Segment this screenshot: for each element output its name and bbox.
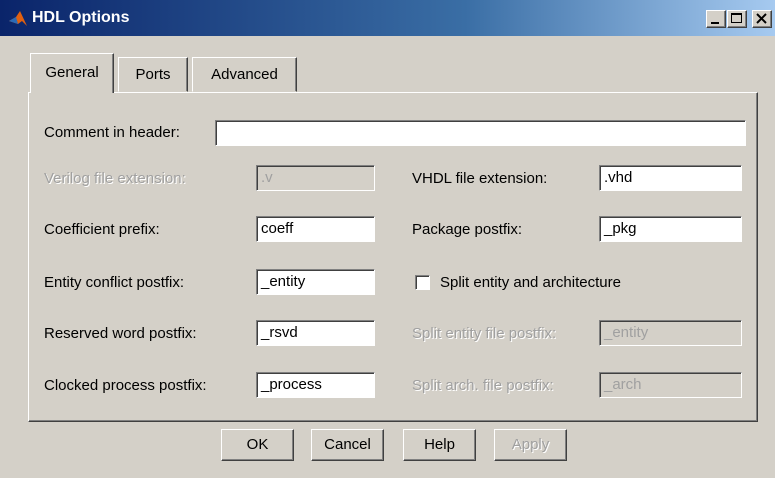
verilog-extension-label: Verilog file extension: [44,170,186,187]
maximize-button[interactable] [727,10,747,28]
tab-advanced-label: Advanced [211,66,278,83]
tab-ports-label: Ports [135,66,171,83]
entity-conflict-postfix-label: Entity conflict postfix: [44,274,185,291]
entity-conflict-postfix-field[interactable]: _entity [256,269,375,295]
hdl-options-dialog: HDL Options General Ports Advanced Comme… [0,0,775,478]
title-bar[interactable]: HDL Options [0,0,775,36]
package-postfix-label: Package postfix: [412,221,523,238]
comment-label: Comment in header: [44,124,180,141]
cancel-button[interactable]: Cancel [311,429,384,461]
split-entity-file-postfix-field: _entity [599,320,742,346]
apply-button: Apply [494,429,567,461]
matlab-logo-icon [9,11,27,26]
clocked-process-postfix-field[interactable]: _process [256,372,375,398]
split-entity-architecture-checkbox[interactable] [415,275,430,290]
split-entity-file-postfix-label: Split entity file postfix: [412,325,557,342]
tab-advanced[interactable]: Advanced [192,57,297,92]
vhdl-extension-label: VHDL file extension: [412,170,548,187]
reserved-word-postfix-field[interactable]: _rsvd [256,320,375,346]
close-button[interactable] [752,10,772,28]
minimize-icon [711,22,719,24]
split-arch-file-postfix-label: Split arch. file postfix: [412,377,554,394]
maximize-icon [731,13,742,23]
tab-ports[interactable]: Ports [118,57,188,92]
package-postfix-field[interactable]: _pkg [599,216,742,242]
window-title: HDL Options [32,9,130,26]
comment-field[interactable] [215,120,746,146]
close-icon [756,13,767,24]
reserved-word-postfix-label: Reserved word postfix: [44,325,197,342]
vhdl-extension-field[interactable]: .vhd [599,165,742,191]
verilog-extension-field: .v [256,165,375,191]
help-button[interactable]: Help [403,429,476,461]
clocked-process-postfix-label: Clocked process postfix: [44,377,207,394]
ok-button[interactable]: OK [221,429,294,461]
coefficient-prefix-label: Coefficient prefix: [44,221,160,238]
tab-general[interactable]: General [30,53,114,93]
minimize-button[interactable] [706,10,726,28]
split-arch-file-postfix-field: _arch [599,372,742,398]
coefficient-prefix-field[interactable]: coeff [256,216,375,242]
tab-general-label: General [45,64,99,81]
split-entity-architecture-label: Split entity and architecture [440,274,621,291]
